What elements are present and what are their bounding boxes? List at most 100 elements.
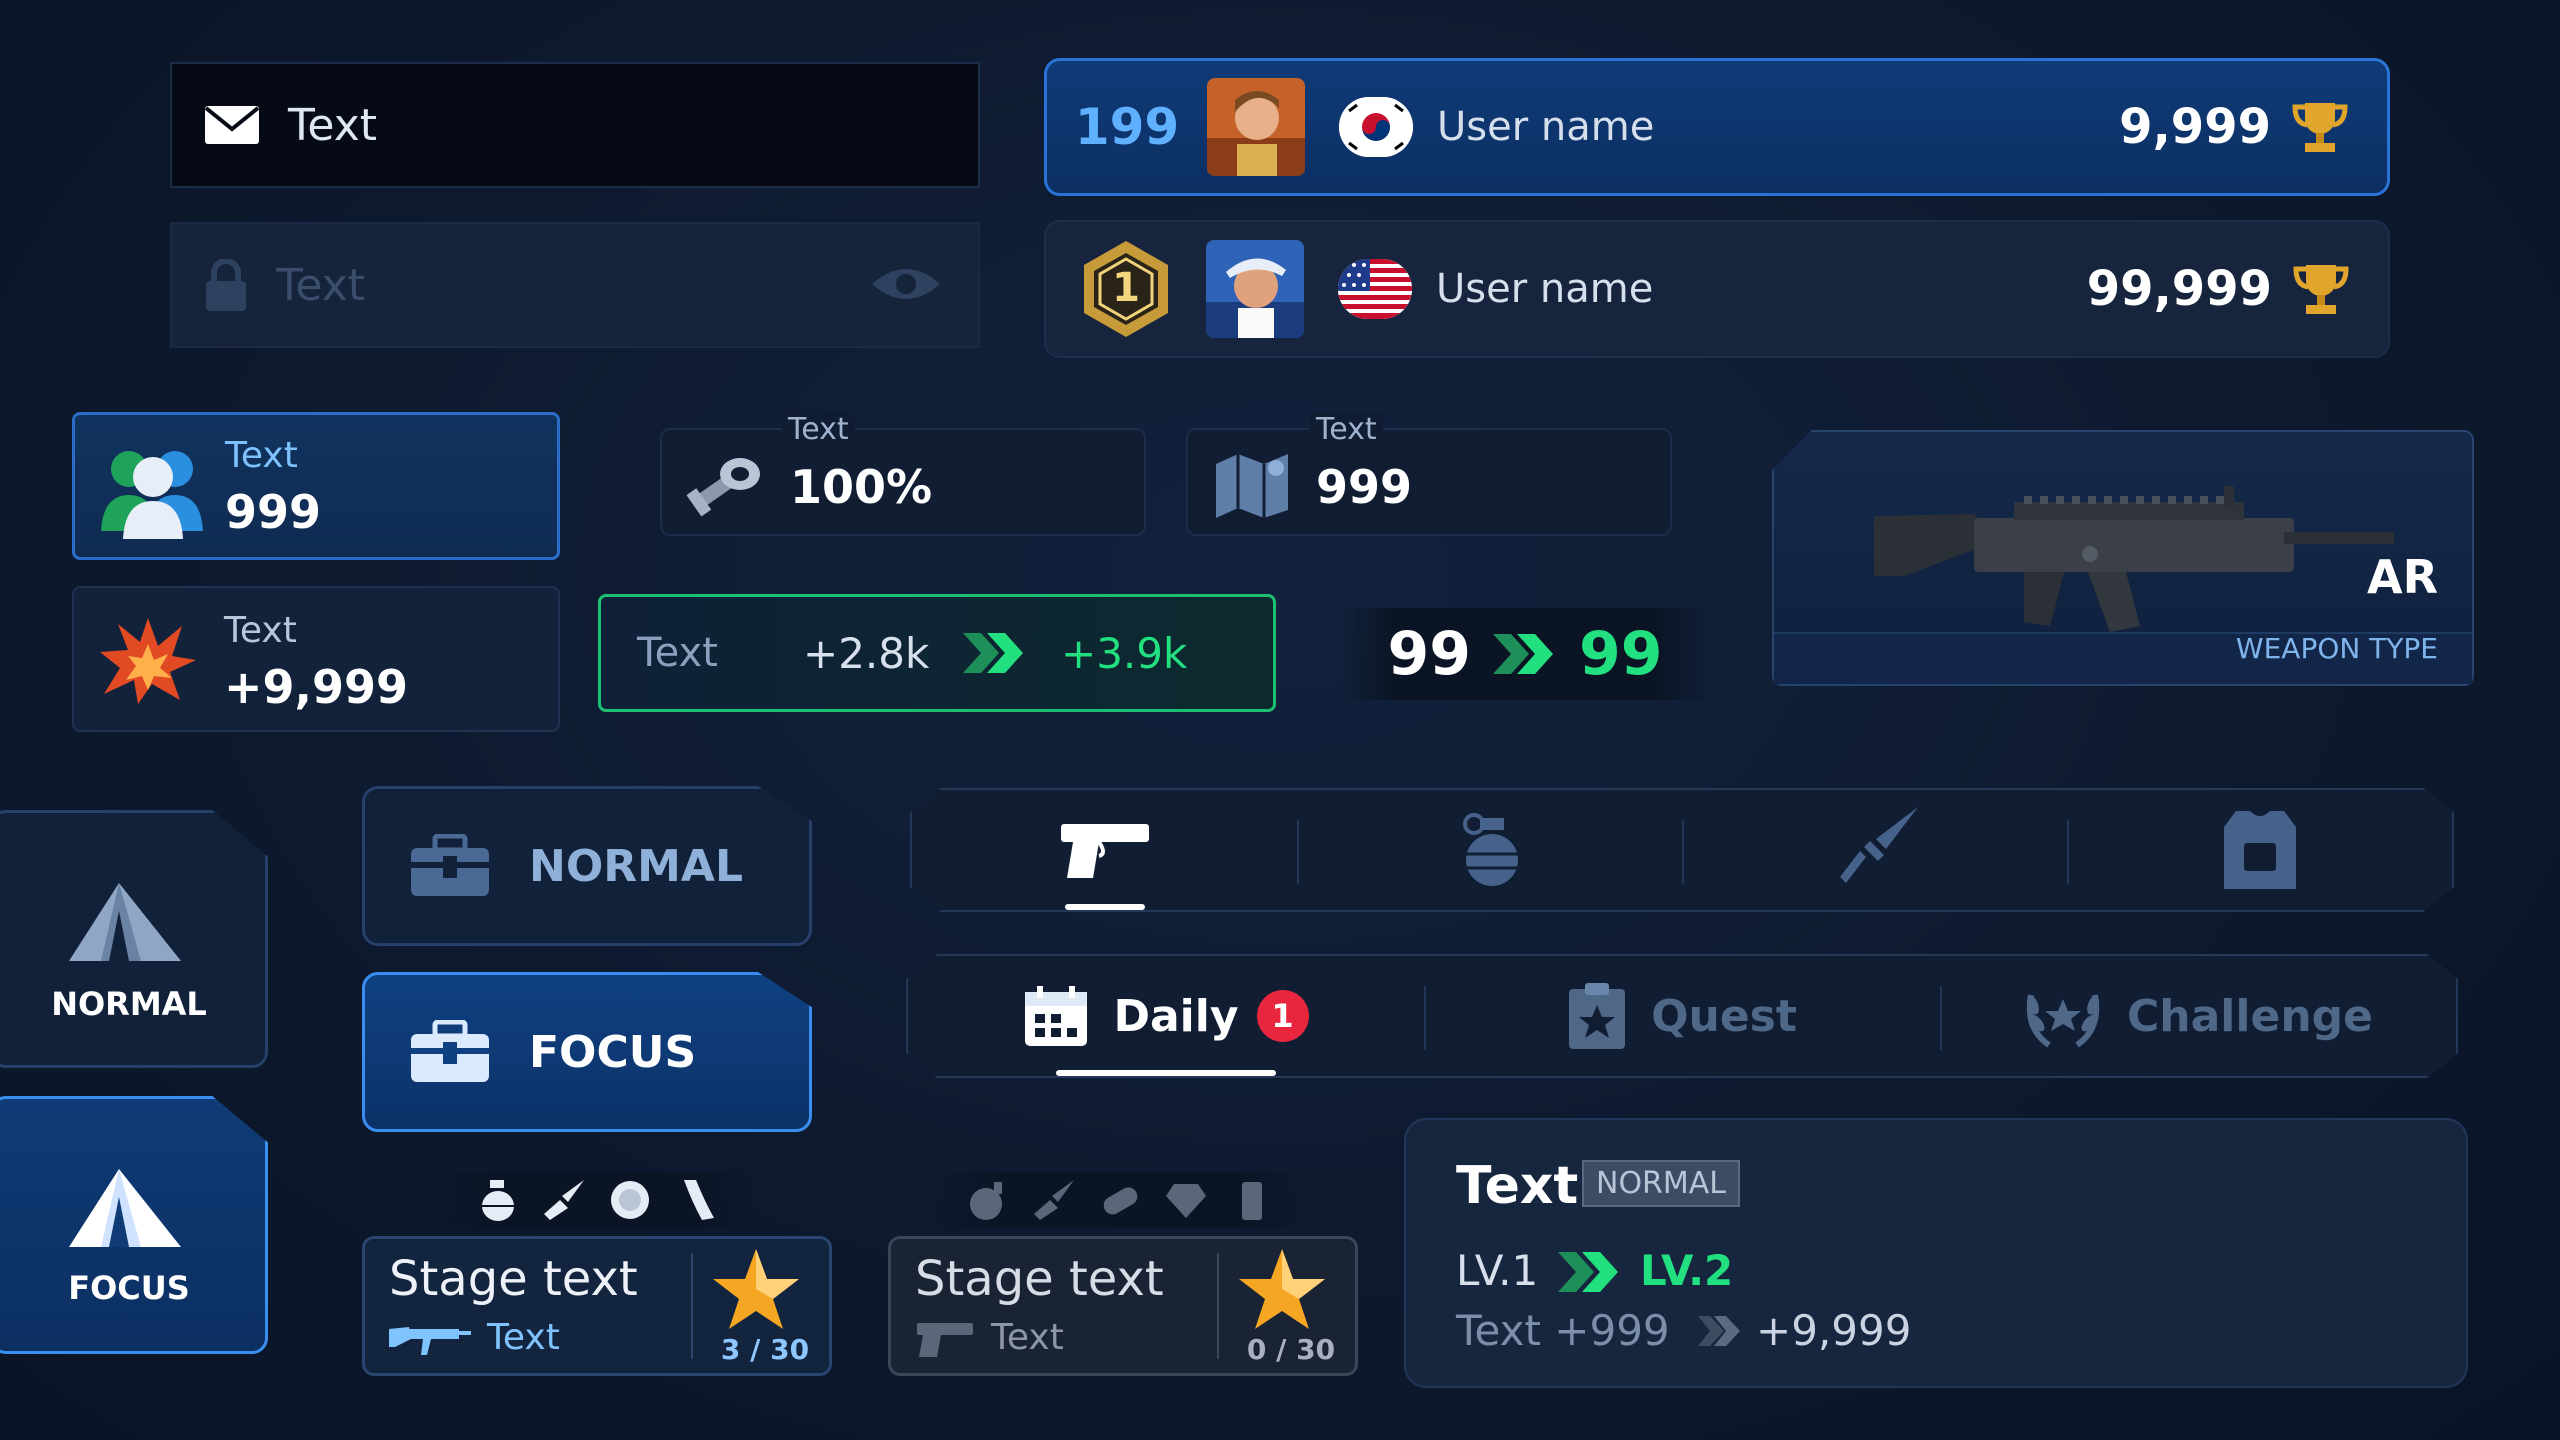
lock-icon (204, 259, 248, 311)
parts-stat-card[interactable]: Text 100% (660, 412, 1146, 536)
star-icon (1237, 1245, 1327, 1333)
double-chevron-right-icon (1698, 1316, 1742, 1346)
compare-old-value: +2.8k (803, 628, 930, 678)
avatar (1206, 240, 1304, 338)
difficulty-tag: NORMAL (1582, 1160, 1741, 1207)
compare-new-value: 99 (1579, 619, 1663, 689)
eye-icon[interactable] (870, 262, 942, 306)
stage-card-inactive[interactable]: Stage text Text 0 / 30 (888, 1236, 1358, 1376)
double-chevron-right-icon (1493, 634, 1557, 674)
bolt-nut-icon (684, 448, 764, 524)
friends-stat-card[interactable]: Text 999 (72, 412, 560, 560)
stage-reward-icons (440, 1172, 754, 1228)
damage-stat-card[interactable]: Text +9,999 (72, 586, 560, 732)
weapon-type-short: AR (2366, 550, 2438, 604)
stat-value: 999 (225, 485, 322, 539)
user-score: 99,999 (2086, 261, 2272, 317)
notification-badge: 1 (1256, 990, 1309, 1042)
calendar-icon (1023, 984, 1089, 1048)
stat-old: Text +999 (1456, 1306, 1670, 1355)
assault-rifle-image (1874, 476, 2394, 646)
tab-pistol[interactable] (912, 790, 1297, 910)
leaderboard-row-self[interactable]: 199 User name 9,999 (1044, 58, 2390, 196)
medkit-icon (409, 834, 491, 898)
vest-icon (2222, 809, 2298, 891)
stat-value: 100% (790, 460, 933, 514)
stage-reward-icons (930, 1172, 1310, 1228)
stat-value: 999 (1316, 460, 1413, 514)
mode-button-focus[interactable]: FOCUS (362, 972, 812, 1132)
tab-knife[interactable] (1682, 790, 2067, 910)
trophy-icon (2292, 261, 2350, 317)
tab-grenade[interactable] (1297, 790, 1682, 910)
tab-label: Challenge (2127, 990, 2373, 1042)
stat-label: Text (1310, 412, 1383, 447)
level-new: LV.2 (1640, 1246, 1734, 1295)
medkit-icon (409, 1020, 491, 1084)
compare-new-value: +3.9k (1061, 628, 1188, 678)
mode-button-label: NORMAL (529, 840, 743, 892)
level-compare: 99 99 (1340, 608, 1710, 700)
divider (691, 1253, 693, 1359)
stat-value: +9,999 (224, 660, 409, 714)
envelope-icon (204, 105, 260, 145)
pistol-icon (1059, 820, 1151, 880)
grenade-icon (476, 1178, 520, 1222)
stage-subtitle: Text (915, 1317, 1064, 1358)
mode-tile-focus[interactable]: FOCUS (0, 1096, 268, 1354)
stat-label: Text (225, 435, 298, 476)
laurel-icon (2023, 983, 2103, 1049)
level-card-title: Text (1456, 1156, 1579, 1216)
weapon-type-card[interactable]: AR WEAPON TYPE (1772, 430, 2474, 686)
trophy-icon (2291, 99, 2349, 155)
stat-compare-bar: Text +2.8k +3.9k (598, 594, 1276, 712)
stat-label: Text (782, 412, 855, 447)
pill-icon (1098, 1178, 1142, 1222)
stage-title: Stage text (389, 1251, 638, 1307)
tab-quest[interactable]: Quest (1424, 956, 1940, 1076)
compare-label: Text (637, 630, 718, 676)
mode-tile-normal[interactable]: NORMAL (0, 810, 268, 1068)
stage-card-active[interactable]: Stage text Text 3 / 30 (362, 1236, 832, 1376)
stat-new: +9,999 (1756, 1306, 1912, 1355)
mode-tile-label: NORMAL (51, 985, 207, 1023)
tab-armor[interactable] (2067, 790, 2452, 910)
gem-icon (1164, 1178, 1208, 1222)
avatar (1207, 78, 1305, 176)
disc-icon (608, 1178, 652, 1222)
leaderboard-row[interactable]: 1 User name 99,999 (1044, 220, 2390, 358)
email-input-text: Text (288, 99, 377, 151)
stage-title: Stage text (915, 1251, 1164, 1307)
password-input-text: Text (276, 259, 365, 311)
knife-icon (542, 1178, 586, 1222)
user-score: 9,999 (2119, 99, 2271, 155)
mission-tabs: Daily 1 Quest Challenge (906, 954, 2458, 1078)
mode-button-normal[interactable]: NORMAL (362, 786, 812, 946)
mode-tile-label: FOCUS (68, 1269, 190, 1307)
compare-old-value: 99 (1387, 619, 1472, 689)
stage-progress: 3 / 30 (720, 1333, 810, 1366)
star-icon (711, 1245, 801, 1333)
divider (1217, 1253, 1219, 1359)
magazine-icon (674, 1178, 718, 1222)
double-chevron-right-icon (1558, 1252, 1622, 1292)
knife-icon (1032, 1178, 1076, 1222)
active-tab-indicator (1064, 904, 1145, 910)
tab-challenge[interactable]: Challenge (1940, 956, 2456, 1076)
email-input[interactable]: Text (170, 62, 980, 188)
user-name: User name (1437, 104, 1655, 150)
weapon-category-tabs (910, 788, 2454, 912)
tab-daily[interactable]: Daily 1 (908, 956, 1424, 1076)
tab-label: Quest (1651, 990, 1797, 1042)
stage-subtitle-text: Text (487, 1317, 560, 1358)
map-stat-card[interactable]: Text 999 (1186, 412, 1672, 536)
rank-number: 1 (1112, 265, 1140, 311)
mode-button-label: FOCUS (529, 1026, 697, 1078)
password-input[interactable]: Text (170, 222, 980, 348)
south-korea-flag (1339, 97, 1413, 157)
clipboard-star-icon (1567, 981, 1627, 1051)
stage-progress: 0 / 30 (1246, 1333, 1336, 1366)
stat-label: Text (224, 610, 297, 651)
pistol-icon (915, 1319, 975, 1357)
usa-flag (1338, 259, 1412, 319)
